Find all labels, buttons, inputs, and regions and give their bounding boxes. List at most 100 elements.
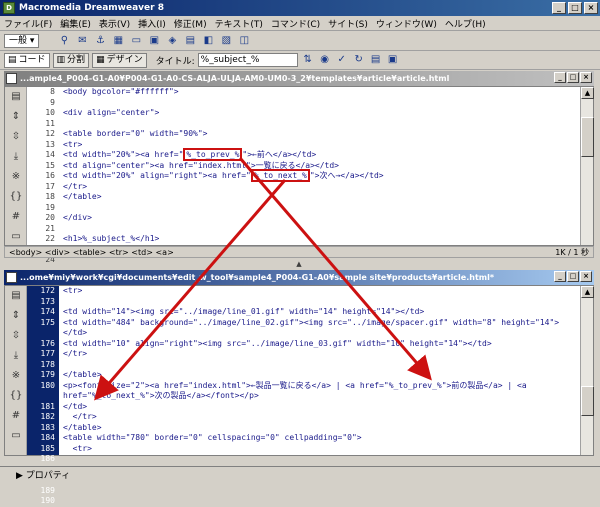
code-line[interactable]: <p><font size="2"><a href="index.html">←… [63, 381, 579, 392]
select-parent-icon[interactable]: ※ [8, 370, 24, 384]
code-line[interactable]: <table width="780" border="0" cellspacin… [63, 433, 579, 444]
document2-titlebar[interactable]: ...ome¥miy¥work¥cgi¥documents¥edit_w_too… [4, 270, 594, 285]
code-view-button[interactable]: ▤ コード [4, 52, 50, 68]
menu-commands[interactable]: コマンド(C) [271, 17, 320, 30]
doc1-minimize-button[interactable]: _ [554, 72, 566, 83]
balance-braces-icon[interactable]: {} [8, 191, 24, 205]
code-line[interactable] [63, 98, 579, 109]
scroll-thumb[interactable] [581, 386, 594, 416]
layer-icon[interactable]: ▭ [129, 34, 143, 48]
title-input[interactable]: %_subject_% [197, 53, 298, 67]
code-editor-template[interactable]: ▤ ⇕ ⇳ ⤓ ※ {} # ▭ 8 9 10 11 12 13 14 15 16 17 18 19 2… [4, 86, 594, 264]
tag-chooser-icon[interactable]: ◫ [237, 34, 251, 48]
view-options-icon[interactable]: ▤ [369, 53, 383, 67]
balance-braces-icon[interactable]: {} [8, 390, 24, 404]
scroll-up-button[interactable]: ▲ [581, 87, 594, 99]
code-line[interactable]: href="%_to_next_%">次の製品</a></font></p> [63, 391, 579, 402]
code-line[interactable]: </div> [63, 213, 579, 224]
menu-modify[interactable]: 修正(M) [174, 17, 207, 30]
doc2-maximize-button[interactable]: □ [567, 271, 579, 282]
code-line[interactable] [63, 297, 579, 308]
refresh-icon[interactable]: ↻ [352, 53, 366, 67]
code-line[interactable]: </table> [63, 423, 579, 434]
media-icon[interactable]: ◈ [165, 34, 179, 48]
code-line[interactable] [63, 360, 579, 371]
code-line[interactable]: </tr> [63, 349, 579, 360]
maximize-button[interactable]: □ [568, 2, 582, 14]
menu-help[interactable]: ヘルプ(H) [445, 17, 486, 30]
code-line[interactable]: <tr> [63, 444, 579, 455]
code-line[interactable]: <body bgcolor="#ffffff"> [63, 87, 579, 98]
code-line[interactable]: </td> [63, 402, 579, 413]
menu-window[interactable]: ウィンドウ(W) [376, 17, 437, 30]
properties-panel-bar[interactable]: ▶ プロパティ [0, 466, 600, 485]
code-line[interactable]: <td width="14"><img src="../image/line_0… [63, 307, 579, 318]
line-numbers-icon[interactable]: # [8, 410, 24, 424]
collapse-tag-icon[interactable]: ⇕ [8, 310, 24, 324]
scroll-thumb[interactable] [581, 117, 594, 157]
visual-aids-icon[interactable]: ▣ [386, 53, 400, 67]
menu-text[interactable]: テキスト(T) [215, 17, 263, 30]
open-documents-icon[interactable]: ▤ [8, 290, 24, 304]
code-line[interactable]: <td width="10" align="right"><img src=".… [63, 339, 579, 350]
design-view-button[interactable]: ▦ デザイン [92, 52, 147, 68]
template-icon[interactable]: ▧ [219, 34, 233, 48]
select-parent-icon[interactable]: ※ [8, 171, 24, 185]
split-view-button[interactable]: ▥ 分割 [52, 52, 90, 68]
code-area[interactable]: <tr> <td width="14"><img src="../image/li… [63, 286, 579, 455]
code-line[interactable]: </tr> [63, 182, 579, 193]
email-link-icon[interactable]: ✉ [75, 34, 89, 48]
code-line[interactable] [63, 203, 579, 214]
date-icon[interactable]: ▤ [183, 34, 197, 48]
tag-selector[interactable]: <body> <div> <table> <tr> <td> <a> [9, 248, 174, 257]
scroll-up-button[interactable]: ▲ [581, 286, 594, 298]
code-line[interactable]: </tr> [63, 412, 579, 423]
vertical-scrollbar[interactable]: ▲ [580, 286, 594, 455]
doc1-close-button[interactable]: × [580, 72, 592, 83]
doc2-minimize-button[interactable]: _ [554, 271, 566, 282]
insert-category-select[interactable]: 一般 ▾ [4, 33, 40, 48]
panel-splitter[interactable]: ▲ [4, 260, 594, 268]
code-line[interactable]: <div align="center"> [63, 108, 579, 119]
menu-edit[interactable]: 編集(E) [60, 17, 91, 30]
code-line[interactable]: </table> [63, 370, 579, 381]
close-button[interactable]: × [584, 2, 598, 14]
code-line[interactable]: <tr> [63, 286, 579, 297]
table-icon[interactable]: ▦ [111, 34, 125, 48]
code-line[interactable]: <td align="center"><a href="index.html">… [63, 161, 579, 172]
vertical-scrollbar[interactable]: ▲ [580, 87, 594, 245]
code-line[interactable]: </td> [63, 328, 579, 339]
doc1-maximize-button[interactable]: □ [567, 72, 579, 83]
code-line[interactable]: <td width="20%"><a href=" %_to_prev_% ">←前… [63, 148, 579, 161]
menu-site[interactable]: サイト(S) [328, 17, 368, 30]
code-line[interactable] [63, 119, 579, 130]
menu-file[interactable]: ファイル(F) [4, 17, 52, 30]
image-icon[interactable]: ▣ [147, 34, 161, 48]
hyperlink-icon[interactable]: ⚲ [57, 34, 71, 48]
code-editor-product[interactable]: ▤ ⇕ ⇳ ⤓ ※ {} # ▭ 172 173 174 175 176 177 178 17… [4, 285, 594, 505]
code-line[interactable]: <td colspan="2"><img src="../image/space… [63, 454, 579, 455]
collapse-selection-icon[interactable]: ⇳ [8, 330, 24, 344]
doc2-close-button[interactable]: × [580, 271, 592, 282]
expand-all-icon[interactable]: ⤓ [8, 350, 24, 364]
code-line[interactable] [63, 224, 579, 235]
menu-view[interactable]: 表示(V) [99, 17, 130, 30]
code-line[interactable]: <td width="484" background="../image/lin… [63, 318, 579, 329]
anchor-icon[interactable]: ⚓ [93, 34, 107, 48]
code-area[interactable]: <body bgcolor="#ffffff"> <div align="cent… [63, 87, 579, 245]
code-line[interactable]: <div align="right"> [63, 245, 579, 246]
collapse-tag-icon[interactable]: ⇕ [8, 111, 24, 125]
comment-icon[interactable]: ◧ [201, 34, 215, 48]
open-documents-icon[interactable]: ▤ [8, 91, 24, 105]
file-management-icon[interactable]: ⇅ [301, 53, 315, 67]
line-numbers-icon[interactable]: # [8, 211, 24, 225]
code-line[interactable]: <table border="0" width="90%"> [63, 129, 579, 140]
check-browser-icon[interactable]: ✓ [335, 53, 349, 67]
code-line[interactable]: <td width="20%" align="right"><a href="%… [63, 169, 579, 182]
collapse-selection-icon[interactable]: ⇳ [8, 131, 24, 145]
code-line[interactable]: <h1>%_subject_%</h1> [63, 234, 579, 245]
preview-icon[interactable]: ◉ [318, 53, 332, 67]
menu-insert[interactable]: 挿入(I) [138, 17, 166, 30]
minimize-button[interactable]: _ [552, 2, 566, 14]
code-line[interactable]: <tr> [63, 140, 579, 151]
